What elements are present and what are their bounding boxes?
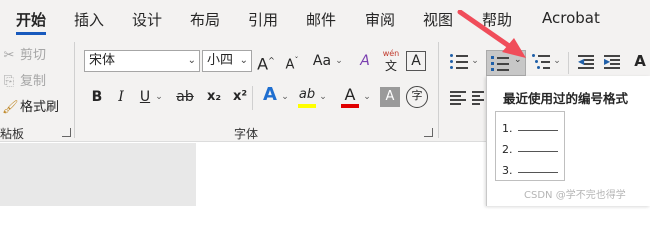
tab-home[interactable]: 开始 xyxy=(16,9,46,30)
document-page[interactable] xyxy=(196,143,486,206)
text-effects-icon: A xyxy=(263,84,277,105)
group-separator xyxy=(74,42,75,138)
decrease-indent-button[interactable]: ◀ xyxy=(578,55,594,69)
highlighter-icon: ab xyxy=(298,87,316,102)
shrink-font-button[interactable]: Aˇ xyxy=(282,50,302,72)
change-case-icon: Aa xyxy=(312,53,332,69)
chevron-down-icon[interactable]: ⌄ xyxy=(552,50,562,72)
character-shading-icon: A xyxy=(385,89,395,104)
highlight-color-swatch xyxy=(298,104,316,108)
text-effects-button[interactable]: A xyxy=(260,84,280,106)
tab-design[interactable]: 设计 xyxy=(132,9,162,30)
ribbon-tabbar: 开始 插入 设计 布局 引用 邮件 审阅 视图 帮助 Acrobat xyxy=(0,0,650,36)
format-painter-button[interactable]: 🖌格式刷 xyxy=(2,96,59,115)
copy-button[interactable]: ⎘ 复制 xyxy=(2,70,46,89)
numbering-sample-item: 3. xyxy=(502,164,513,177)
document-gutter xyxy=(0,143,196,206)
divider xyxy=(568,52,569,74)
tab-review[interactable]: 审阅 xyxy=(365,9,395,30)
subscript-icon: x₂ xyxy=(206,89,222,104)
tab-layout[interactable]: 布局 xyxy=(190,9,220,30)
divider xyxy=(252,86,253,110)
active-tab-indicator xyxy=(16,32,46,35)
enclose-characters-button[interactable]: 字 xyxy=(406,86,428,108)
strikethrough-button[interactable]: ab xyxy=(174,86,196,108)
tab-references[interactable]: 引用 xyxy=(248,9,278,30)
font-color-icon: A xyxy=(344,85,356,104)
character-border-icon: A xyxy=(411,53,421,69)
bold-button[interactable]: B xyxy=(88,86,106,108)
font-name-value: 宋体 xyxy=(89,53,116,68)
italic-button[interactable]: I xyxy=(112,86,130,108)
format-painter-label: 格式刷 xyxy=(20,100,60,115)
font-group-label: 字体 xyxy=(234,127,259,141)
character-shading-button[interactable]: A xyxy=(380,87,400,107)
chinese-layout-button[interactable]: A xyxy=(630,50,650,72)
tab-insert[interactable]: 插入 xyxy=(74,9,104,30)
phonetic-guide-button[interactable]: wén 文 xyxy=(380,48,402,74)
tab-view[interactable]: 视图 xyxy=(423,9,453,30)
clear-formatting-icon: A xyxy=(360,53,370,69)
change-case-button[interactable]: Aa xyxy=(310,50,334,72)
numbering-format-option[interactable]: 1. 2. 3. xyxy=(495,111,565,181)
chevron-down-icon[interactable]: ⌄ xyxy=(334,50,344,72)
chevron-down-icon: ⌄ xyxy=(239,55,248,66)
chevron-down-icon[interactable]: ⌄ xyxy=(318,86,328,108)
annotation-arrow-icon xyxy=(457,10,526,58)
cut-button[interactable]: ✂ 剪切 xyxy=(2,44,46,63)
watermark-text: CSDN @学不完也得学 xyxy=(524,190,626,201)
chevron-down-icon[interactable]: ⌄ xyxy=(280,86,290,108)
copy-label: 复制 xyxy=(20,74,47,89)
bold-icon: B xyxy=(91,89,103,105)
underline-icon: U xyxy=(139,89,151,105)
increase-indent-button[interactable]: ▶ xyxy=(604,55,620,69)
tab-acrobat[interactable]: Acrobat xyxy=(542,9,600,27)
numbering-sample-item: 1. xyxy=(502,122,513,135)
highlight-button[interactable]: ab xyxy=(296,84,318,108)
superscript-button[interactable]: x² xyxy=(230,86,250,108)
font-size-value: 小四 xyxy=(207,53,234,68)
cut-label: 剪切 xyxy=(20,48,47,63)
chevron-down-icon[interactable]: ⌄ xyxy=(154,86,164,108)
grow-font-icon: A xyxy=(257,54,269,74)
numbering-sample-line xyxy=(518,130,558,131)
recent-numbering-title: 最近使用过的编号格式 xyxy=(503,91,629,106)
copy-icon: ⎘ xyxy=(3,74,15,89)
strikethrough-icon: ab xyxy=(176,89,194,105)
clipboard-group-label: 粘板 xyxy=(0,127,25,141)
scissors-icon: ✂ xyxy=(3,48,15,63)
chevron-down-icon[interactable]: ⌄ xyxy=(362,86,372,108)
arrow-left-icon: ◀ xyxy=(578,57,585,66)
group-separator xyxy=(438,42,439,138)
chevron-down-icon: ⌄ xyxy=(187,55,196,66)
italic-icon: I xyxy=(118,89,124,105)
numbering-sample-item: 2. xyxy=(502,143,513,156)
clipboard-dialog-launcher[interactable] xyxy=(62,128,71,137)
character-border-button[interactable]: A xyxy=(406,51,426,71)
font-name-combo[interactable]: 宋体 ⌄ xyxy=(84,50,200,72)
underline-button[interactable]: U xyxy=(136,86,154,108)
font-color-swatch xyxy=(341,104,359,108)
tab-mailings[interactable]: 邮件 xyxy=(306,9,336,30)
numbering-sample-line xyxy=(518,151,558,152)
paintbrush-icon: 🖌 xyxy=(2,100,19,115)
align-left-button[interactable] xyxy=(450,91,466,105)
phonetic-guide-char: 文 xyxy=(384,59,397,73)
arrow-right-icon: ▶ xyxy=(604,57,611,66)
font-dialog-launcher[interactable] xyxy=(424,128,433,137)
grow-font-button[interactable]: A^ xyxy=(256,50,276,74)
numbering-sample-line xyxy=(518,172,558,173)
superscript-icon: x² xyxy=(232,89,248,104)
clear-formatting-button[interactable]: A xyxy=(354,50,376,72)
font-size-combo[interactable]: 小四 ⌄ xyxy=(202,50,252,72)
subscript-button[interactable]: x₂ xyxy=(204,86,224,108)
enclose-characters-icon: 字 xyxy=(411,89,423,102)
font-color-button[interactable]: A xyxy=(340,84,360,108)
chinese-layout-icon: A xyxy=(634,52,646,70)
